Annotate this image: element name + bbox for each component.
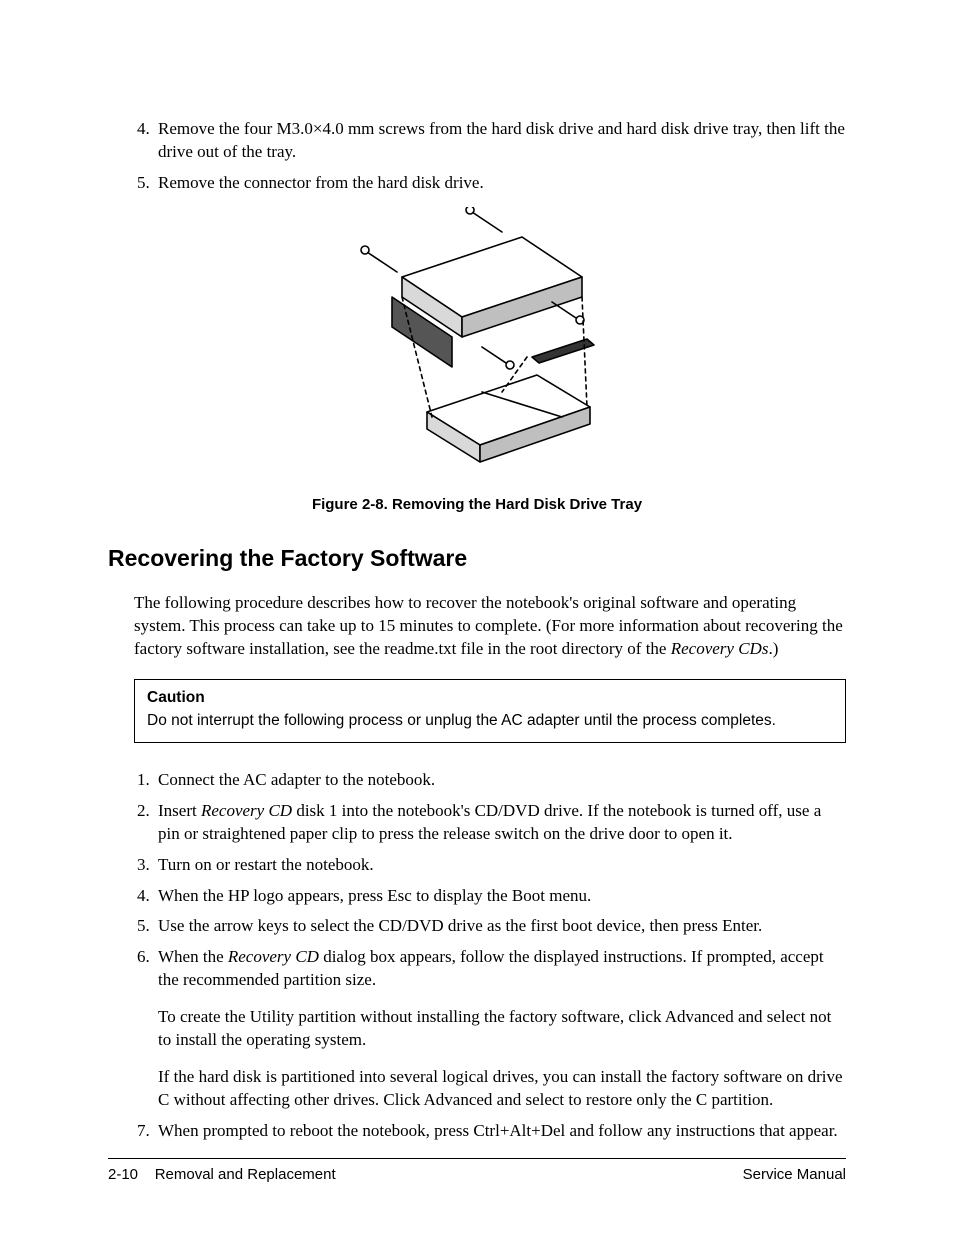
proc-step-5-body: Use the arrow keys to select the CD/DVD … — [158, 916, 762, 935]
section-heading: Recovering the Factory Software — [108, 543, 846, 574]
caution-title: Caution — [147, 688, 833, 709]
proc-step-7: When prompted to reboot the notebook, pr… — [154, 1120, 846, 1143]
proc-step-1-body: Connect the AC adapter to the notebook. — [158, 770, 435, 789]
step-5-text: Remove the connector from the hard disk … — [158, 173, 484, 192]
footer-rule — [108, 1158, 846, 1159]
footer: 2-10 Removal and Replacement Service Man… — [108, 1165, 846, 1185]
caution-box: Caution Do not interrupt the following p… — [134, 679, 846, 743]
proc-step-2: Insert Recovery CD disk 1 into the noteb… — [154, 800, 846, 846]
proc-step-4-body: When the HP logo appears, press Esc to d… — [158, 886, 591, 905]
step-5: Remove the connector from the hard disk … — [154, 172, 846, 195]
intro-paragraph: The following procedure describes how to… — [134, 592, 846, 661]
proc-step-4: When the HP logo appears, press Esc to d… — [154, 885, 846, 908]
intro-suffix: .) — [768, 639, 778, 658]
top-steps-list: Remove the four M3.0×4.0 mm screws from … — [108, 118, 846, 195]
proc-step-7-body: When prompted to reboot the notebook, pr… — [158, 1121, 838, 1140]
figure-caption: Figure 2-8. Removing the Hard Disk Drive… — [108, 495, 846, 515]
footer-left: 2-10 Removal and Replacement — [108, 1165, 336, 1185]
procedure-list: Connect the AC adapter to the notebook. … — [108, 769, 846, 1143]
proc-step-5: Use the arrow keys to select the CD/DVD … — [154, 915, 846, 938]
proc-step-6-body: When the Recovery CD dialog box appears,… — [158, 947, 824, 989]
proc-step-1: Connect the AC adapter to the notebook. — [154, 769, 846, 792]
figure-illustration — [108, 207, 846, 477]
step-4: Remove the four M3.0×4.0 mm screws from … — [154, 118, 846, 164]
proc-step-6-extra-2: If the hard disk is partitioned into sev… — [158, 1066, 846, 1112]
hdd-tray-illustration-icon — [332, 207, 622, 477]
proc-step-3-body: Turn on or restart the notebook. — [158, 855, 374, 874]
proc-step-6: When the Recovery CD dialog box appears,… — [154, 946, 846, 1112]
footer-section: Removal and Replacement — [155, 1166, 336, 1183]
proc-step-6-extra-1: To create the Utility partition without … — [158, 1006, 846, 1052]
footer-right: Service Manual — [743, 1165, 846, 1185]
footer-page-number: 2-10 — [108, 1166, 138, 1183]
proc-step-2-body: Insert Recovery CD disk 1 into the noteb… — [158, 801, 821, 843]
step-4-text: Remove the four M3.0×4.0 mm screws from … — [158, 119, 845, 161]
proc-step-3: Turn on or restart the notebook. — [154, 854, 846, 877]
intro-italic: Recovery CDs — [671, 639, 769, 658]
page: Remove the four M3.0×4.0 mm screws from … — [0, 0, 954, 1235]
caution-text: Do not interrupt the following process o… — [147, 711, 833, 732]
